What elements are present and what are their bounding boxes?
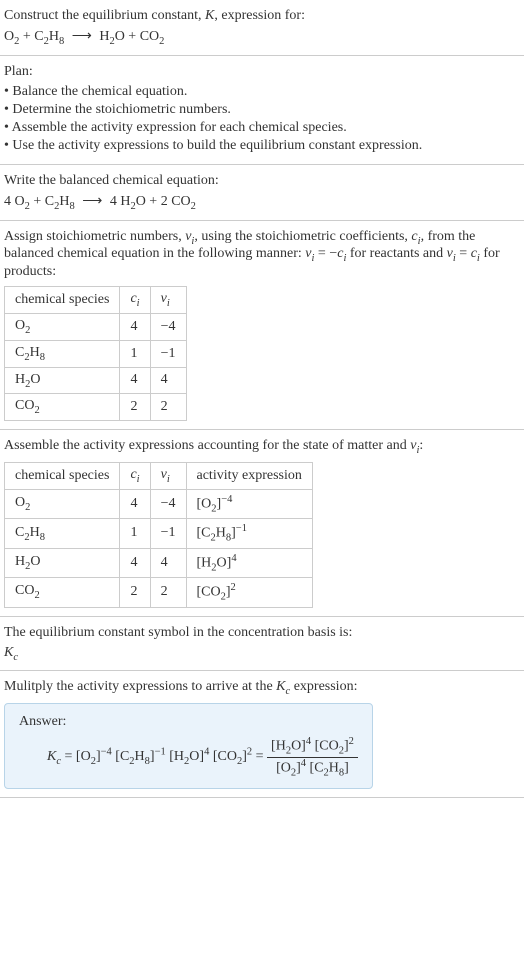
cell-species: H2O <box>5 367 120 394</box>
cell-v: 4 <box>150 367 186 394</box>
col-c: ci <box>120 462 150 489</box>
cell-species: C2H8 <box>5 519 120 548</box>
stoich-table: chemical species ci νi O2 4 −4 C2H8 1 −1… <box>4 286 187 421</box>
Kc-symbol: Kc <box>4 645 520 663</box>
cell-species: O2 <box>5 489 120 518</box>
multiply-text: Mulitply the activity expressions to arr… <box>4 679 520 697</box>
numerator: [H2O]4 [CO2]2 <box>267 736 358 757</box>
cell-v: −1 <box>150 340 186 367</box>
plan-title: Plan: <box>4 64 520 80</box>
cell-v: 2 <box>150 394 186 421</box>
nu-symbol: νi <box>185 229 194 244</box>
rel1-c: ci <box>337 246 346 261</box>
assign-mid3: for reactants and <box>346 246 446 261</box>
cell-c: 1 <box>120 340 150 367</box>
K-symbol: K <box>205 8 214 23</box>
section-assemble: Assemble the activity expressions accoun… <box>0 430 524 616</box>
assemble-prefix: Assemble the activity expressions accoun… <box>4 438 410 453</box>
table-row: CO2 2 2 <box>5 394 187 421</box>
multiply-prefix: Mulitply the activity expressions to arr… <box>4 679 276 694</box>
section-balanced: Write the balanced chemical equation: 4 … <box>0 165 524 221</box>
plan-item: • Use the activity expressions to build … <box>4 138 520 154</box>
cell-c: 2 <box>120 394 150 421</box>
rel2-eq: = <box>456 246 471 261</box>
denominator: [O2]4 [C2H8] <box>267 758 358 778</box>
balanced-title: Write the balanced chemical equation: <box>4 173 520 189</box>
section-answer: Mulitply the activity expressions to arr… <box>0 671 524 798</box>
assign-mid1: , using the stoichiometric coefficients, <box>194 229 411 244</box>
col-activity: activity expression <box>186 462 312 489</box>
rel2: νi <box>447 246 456 261</box>
cell-v: −4 <box>150 489 186 518</box>
cell-species: H2O <box>5 548 120 577</box>
assemble-suffix: : <box>419 438 423 453</box>
answer-equation: Kc = [O2]−4 [C2H8]−1 [H2O]4 [CO2]2 = [H2… <box>19 736 358 778</box>
assemble-text: Assemble the activity expressions accoun… <box>4 438 520 456</box>
activity-table: chemical species ci νi activity expressi… <box>4 462 313 608</box>
cell-activity: [H2O]4 <box>186 548 312 577</box>
plan-list: • Balance the chemical equation. • Deter… <box>4 84 520 154</box>
cell-v: 2 <box>150 578 186 607</box>
construct-suffix: , expression for: <box>214 8 305 23</box>
cell-species: CO2 <box>5 578 120 607</box>
construct-prefix: Construct the equilibrium constant, <box>4 8 205 23</box>
cell-c: 2 <box>120 578 150 607</box>
table-row: H2O 4 4 [H2O]4 <box>5 548 313 577</box>
cell-species: C2H8 <box>5 340 120 367</box>
col-c: ci <box>120 287 150 314</box>
plan-item: • Balance the chemical equation. <box>4 84 520 100</box>
table-row: C2H8 1 −1 [C2H8]−1 <box>5 519 313 548</box>
table-header-row: chemical species ci νi activity expressi… <box>5 462 313 489</box>
section-construct: Construct the equilibrium constant, K, e… <box>0 0 524 56</box>
section-symbol: The equilibrium constant symbol in the c… <box>0 617 524 672</box>
cell-v: −1 <box>150 519 186 548</box>
cell-c: 4 <box>120 489 150 518</box>
balanced-equation: 4 O2 + C2H8 ⟶ 4 H2O + 2 CO2 <box>4 193 520 212</box>
cell-activity: [C2H8]−1 <box>186 519 312 548</box>
multiply-suffix: expression: <box>290 679 357 694</box>
col-nu: νi <box>150 462 186 489</box>
cell-species: CO2 <box>5 394 120 421</box>
cell-c: 4 <box>120 548 150 577</box>
cell-c: 4 <box>120 313 150 340</box>
section-assign: Assign stoichiometric numbers, νi, using… <box>0 221 524 431</box>
assign-text: Assign stoichiometric numbers, νi, using… <box>4 229 520 281</box>
answer-label: Answer: <box>19 714 358 730</box>
plan-item: • Determine the stoichiometric numbers. <box>4 102 520 118</box>
table-row: O2 4 −4 <box>5 313 187 340</box>
symbol-line: The equilibrium constant symbol in the c… <box>4 625 520 641</box>
col-nu: νi <box>150 287 186 314</box>
cell-activity: [O2]−4 <box>186 489 312 518</box>
cell-c: 4 <box>120 367 150 394</box>
assign-prefix: Assign stoichiometric numbers, <box>4 229 185 244</box>
construct-line: Construct the equilibrium constant, K, e… <box>4 8 520 24</box>
rel2-c: ci <box>471 246 480 261</box>
unbalanced-equation: O2 + C2H8 ⟶ H2O + CO2 <box>4 28 520 47</box>
cell-activity: [CO2]2 <box>186 578 312 607</box>
Kc-inline: Kc <box>276 679 290 694</box>
cell-species: O2 <box>5 313 120 340</box>
table-row: CO2 2 2 [CO2]2 <box>5 578 313 607</box>
c-symbol: ci <box>411 229 420 244</box>
col-species: chemical species <box>5 462 120 489</box>
cell-v: −4 <box>150 313 186 340</box>
table-row: O2 4 −4 [O2]−4 <box>5 489 313 518</box>
col-species: chemical species <box>5 287 120 314</box>
cell-v: 4 <box>150 548 186 577</box>
table-header-row: chemical species ci νi <box>5 287 187 314</box>
table-row: C2H8 1 −1 <box>5 340 187 367</box>
answer-box: Answer: Kc = [O2]−4 [C2H8]−1 [H2O]4 [CO2… <box>4 703 373 789</box>
table-row: H2O 4 4 <box>5 367 187 394</box>
cell-c: 1 <box>120 519 150 548</box>
rel1-eq: = − <box>314 246 337 261</box>
section-plan: Plan: • Balance the chemical equation. •… <box>0 56 524 165</box>
plan-item: • Assemble the activity expression for e… <box>4 120 520 136</box>
fraction: [H2O]4 [CO2]2[O2]4 [C2H8] <box>267 736 358 778</box>
